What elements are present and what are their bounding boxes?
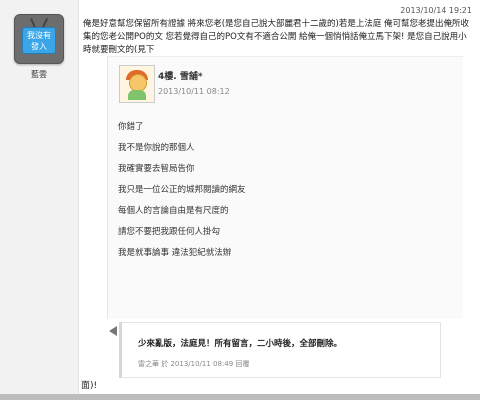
footer-bar [0, 394, 480, 400]
quoted-comment-header: 4樓. 雪舖* 2013/10/11 08:12 [116, 61, 456, 103]
avatar-body-shape [128, 90, 146, 100]
avatar-tv-screen: 我沒有 發入 [22, 27, 56, 54]
quoted-line: 我是就事論事 違法犯紀就法辦 [118, 248, 232, 258]
reply-meta: 雷之華 於 2013/10/11 08:49 回覆 [138, 359, 249, 369]
quoted-line: 我不是你說的那個人 [118, 143, 195, 153]
post-text-tail: 面)! [81, 381, 98, 391]
quoted-line: 請您不要把我跟任何人掛勾 [118, 227, 221, 237]
reply-pointer-icon [109, 326, 117, 336]
reply-date: 2013/10/11 08:49 [170, 360, 234, 368]
reply-text: 少來亂版，法庭見！所有留言，二小時後，全部刪除。 [138, 339, 343, 349]
author-sidebar: 我沒有 發入 藍雲 [0, 0, 79, 400]
quoted-comment-body: 你錯了 我不是你說的那個人 我確實要去智局告你 我只是一位公正的城邦閱讀的網友 … [118, 117, 448, 264]
quoted-line: 你錯了 [118, 122, 144, 132]
quoted-line: 我只是一位公正的城邦閱讀的網友 [118, 185, 246, 195]
post-container: 2013/10/14 19:21 俺是好意幫您保留所有證據 將來您老(是您自己說… [79, 0, 480, 400]
post-text: 俺是好意幫您保留所有證據 將來您老(是您自己說大部麗君十二歲的)若是上法庭 俺可… [83, 19, 470, 55]
username-link[interactable]: 藍雲 [0, 69, 78, 80]
reply-box: 少來亂版，法庭見！所有留言，二小時後，全部刪除。 雷之華 於 2013/10/1… [119, 322, 441, 378]
reply-action-link[interactable]: 回覆 [235, 360, 249, 368]
reply-meta-sep: 於 [161, 360, 169, 368]
avatar-text-line2: 發入 [31, 42, 47, 51]
quoted-author-name[interactable]: 4樓. 雪舖* [158, 69, 203, 82]
quoted-comment: 4樓. 雪舖* 2013/10/11 08:12 你錯了 我不是你說的那個人 我… [107, 56, 463, 319]
reply-author[interactable]: 雷之華 [138, 360, 159, 368]
quoted-line: 每個人的言論自由是有尺度的 [118, 206, 229, 216]
avatar-text-line1: 我沒有 [27, 31, 51, 40]
quoted-author-avatar[interactable] [119, 65, 155, 103]
quoted-comment-date: 2013/10/11 08:12 [158, 87, 230, 96]
user-avatar[interactable]: 我沒有 發入 [14, 14, 64, 64]
post-timestamp: 2013/10/14 19:21 [400, 6, 472, 15]
quoted-line: 我確實要去智局告你 [118, 164, 195, 174]
